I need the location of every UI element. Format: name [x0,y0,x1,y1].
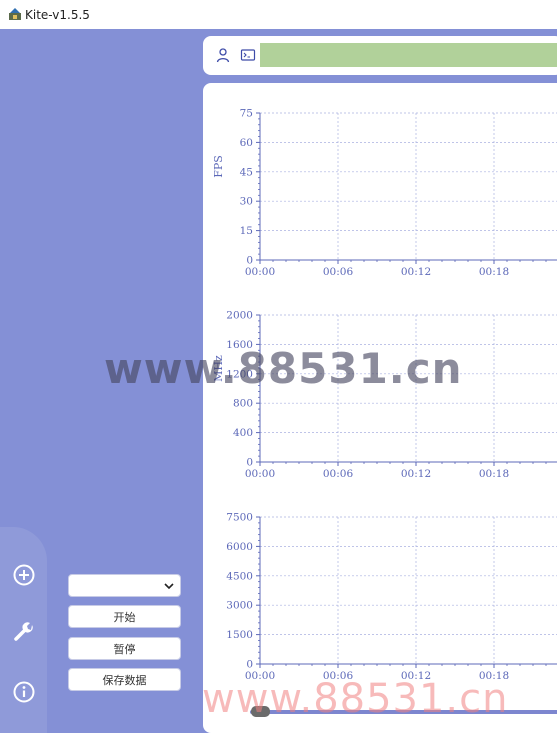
pause-button[interactable]: 暂停 [68,637,181,660]
terminal-icon[interactable] [240,47,256,63]
start-button[interactable]: 开始 [68,605,181,628]
y-tick-label: 3000 [226,600,253,612]
chevron-down-icon [164,582,174,589]
user-icon[interactable] [215,47,231,63]
x-tick-label: 00:18 [479,468,509,480]
y-tick-label: 0 [246,255,253,267]
x-tick-label: 00:06 [323,468,354,480]
top-toolbar [203,36,557,75]
y-tick-label: 7500 [226,512,253,524]
x-tick-label: 00:12 [401,266,431,278]
x-tick-label: 00:06 [323,670,354,682]
save-data-button[interactable]: 保存数据 [68,668,181,691]
info-button[interactable] [10,678,38,706]
wrench-icon [14,622,33,641]
info-icon [13,681,35,703]
pause-button-label: 暂停 [113,642,136,656]
title-bar: Kite-v1.5.5 [0,0,557,29]
tools-button[interactable] [10,619,38,647]
x-tick-label: 00:00 [245,266,275,278]
device-select[interactable] [68,574,181,597]
y-tick-label: 15 [240,225,253,237]
plus-circle-icon [13,564,35,586]
fps-chart: 0 15 30 45 60 75 00:00 00:06 00:12 00:18 FPS [212,108,557,278]
x-tick-label: 00:00 [245,468,275,480]
charts-panel: 0 15 30 45 60 75 00:00 00:06 00:12 00:18 FPS 0 400 8… [203,83,557,733]
kite-app-icon [9,8,21,20]
save-data-button-label: 保存数据 [102,673,147,687]
y-tick-label: 30 [240,196,253,208]
timeline-scroll-thumb[interactable] [251,706,270,717]
window-title: Kite-v1.5.5 [25,8,90,22]
add-button[interactable] [10,561,38,589]
y-axis-label: FPS [212,155,225,178]
y-tick-label: 0 [246,659,253,671]
y-tick-label: 1200 [226,368,253,380]
y-tick-label: 400 [233,427,253,439]
y-tick-label: 1500 [226,629,253,641]
frequency-chart: 0 400 800 1200 1600 2000 00:00 00:06 00:12 00:18 M… [212,310,557,480]
y-tick-label: 0 [246,457,253,469]
x-tick-label: 00:18 [479,266,509,278]
x-tick-label: 00:18 [479,670,509,682]
x-tick-label: 00:12 [401,670,431,682]
y-axis-label: MHz [212,355,225,382]
y-tick-label: 60 [240,137,253,149]
y-tick-label: 4500 [226,570,253,582]
y-tick-label: 2000 [226,310,253,322]
x-tick-label: 00:12 [401,468,431,480]
y-tick-label: 6000 [226,541,253,553]
y-tick-label: 75 [240,108,253,120]
y-tick-label: 1600 [226,339,253,351]
third-chart: 0 1500 3000 4500 6000 7500 00:00 00:06 00:12 00:1… [226,512,557,682]
x-tick-label: 00:06 [323,266,354,278]
start-button-label: 开始 [113,610,136,624]
y-tick-label: 45 [240,166,253,178]
device-status-bar [260,43,557,67]
y-tick-label: 800 [233,398,253,410]
x-tick-label: 00:00 [245,670,275,682]
timeline-scrollbar[interactable] [250,710,557,714]
